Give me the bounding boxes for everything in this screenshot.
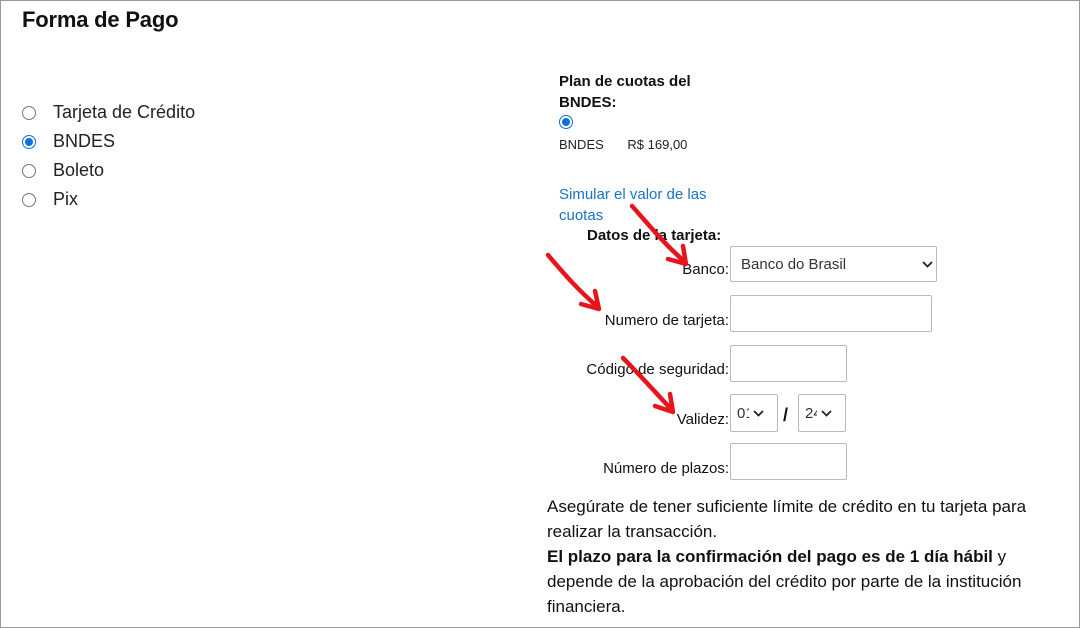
credit-limit-text: Asegúrate de tener suficiente límite de … bbox=[547, 497, 1027, 541]
boleto-radio[interactable] bbox=[22, 163, 36, 178]
bank-select-value: Banco do Brasil bbox=[741, 255, 847, 273]
installment-plan-amount: R$ 169,00 bbox=[627, 137, 688, 152]
security-code-label: Código de seguridad: bbox=[586, 361, 729, 378]
installments-label: Número de plazos: bbox=[603, 460, 729, 477]
simulate-installments-link[interactable]: Simular el valor de las cuotas bbox=[559, 184, 729, 226]
installment-plan-name: BNDES bbox=[559, 137, 604, 152]
card-number-label: Numero de tarjeta: bbox=[604, 312, 729, 329]
payment-method-list: Tarjeta de Crédito BNDES Boleto Pix bbox=[22, 98, 195, 214]
payment-option-credit-card[interactable]: Tarjeta de Crédito bbox=[22, 98, 195, 127]
payment-option-bndes[interactable]: BNDES bbox=[22, 127, 195, 156]
validity-month-value: 01 bbox=[737, 404, 749, 422]
bndes-radio[interactable] bbox=[22, 134, 36, 149]
bank-label: Banco: bbox=[682, 261, 729, 278]
card-number-input[interactable] bbox=[730, 295, 932, 332]
installments-input[interactable] bbox=[730, 443, 847, 480]
chevron-down-icon bbox=[918, 260, 936, 268]
payment-option-pix[interactable]: Pix bbox=[22, 185, 195, 214]
validity-year-select[interactable]: 24 bbox=[798, 394, 846, 432]
installment-plan-radio[interactable] bbox=[559, 115, 573, 129]
credit-notice: Asegúrate de tener suficiente límite de … bbox=[547, 494, 1062, 619]
chevron-down-icon bbox=[817, 409, 835, 417]
validity-label: Validez: bbox=[676, 411, 729, 428]
installment-plan-option: BNDES R$ 169,00 bbox=[559, 137, 687, 152]
credit-card-label: Tarjeta de Crédito bbox=[53, 102, 196, 122]
validity-year-value: 24 bbox=[805, 404, 817, 422]
credit-card-radio[interactable] bbox=[22, 105, 36, 120]
chevron-down-icon bbox=[749, 409, 767, 417]
pix-label: Pix bbox=[53, 189, 79, 209]
payment-option-boleto[interactable]: Boleto bbox=[22, 156, 195, 185]
pix-radio[interactable] bbox=[22, 192, 36, 207]
validity-month-select[interactable]: 01 bbox=[730, 394, 778, 432]
bank-select[interactable]: Banco do Brasil bbox=[730, 246, 937, 282]
card-data-header: Datos de la tarjeta: bbox=[587, 227, 722, 244]
installment-plan-title: Plan de cuotas del BNDES: bbox=[559, 73, 691, 111]
page-title: Forma de Pago bbox=[22, 7, 179, 32]
bndes-label: BNDES bbox=[53, 131, 116, 151]
security-code-input[interactable] bbox=[730, 345, 847, 382]
validity-separator: / bbox=[783, 405, 789, 425]
confirmation-time-text: El plazo para la confirmación del pago e… bbox=[547, 547, 993, 566]
boleto-label: Boleto bbox=[53, 160, 105, 180]
